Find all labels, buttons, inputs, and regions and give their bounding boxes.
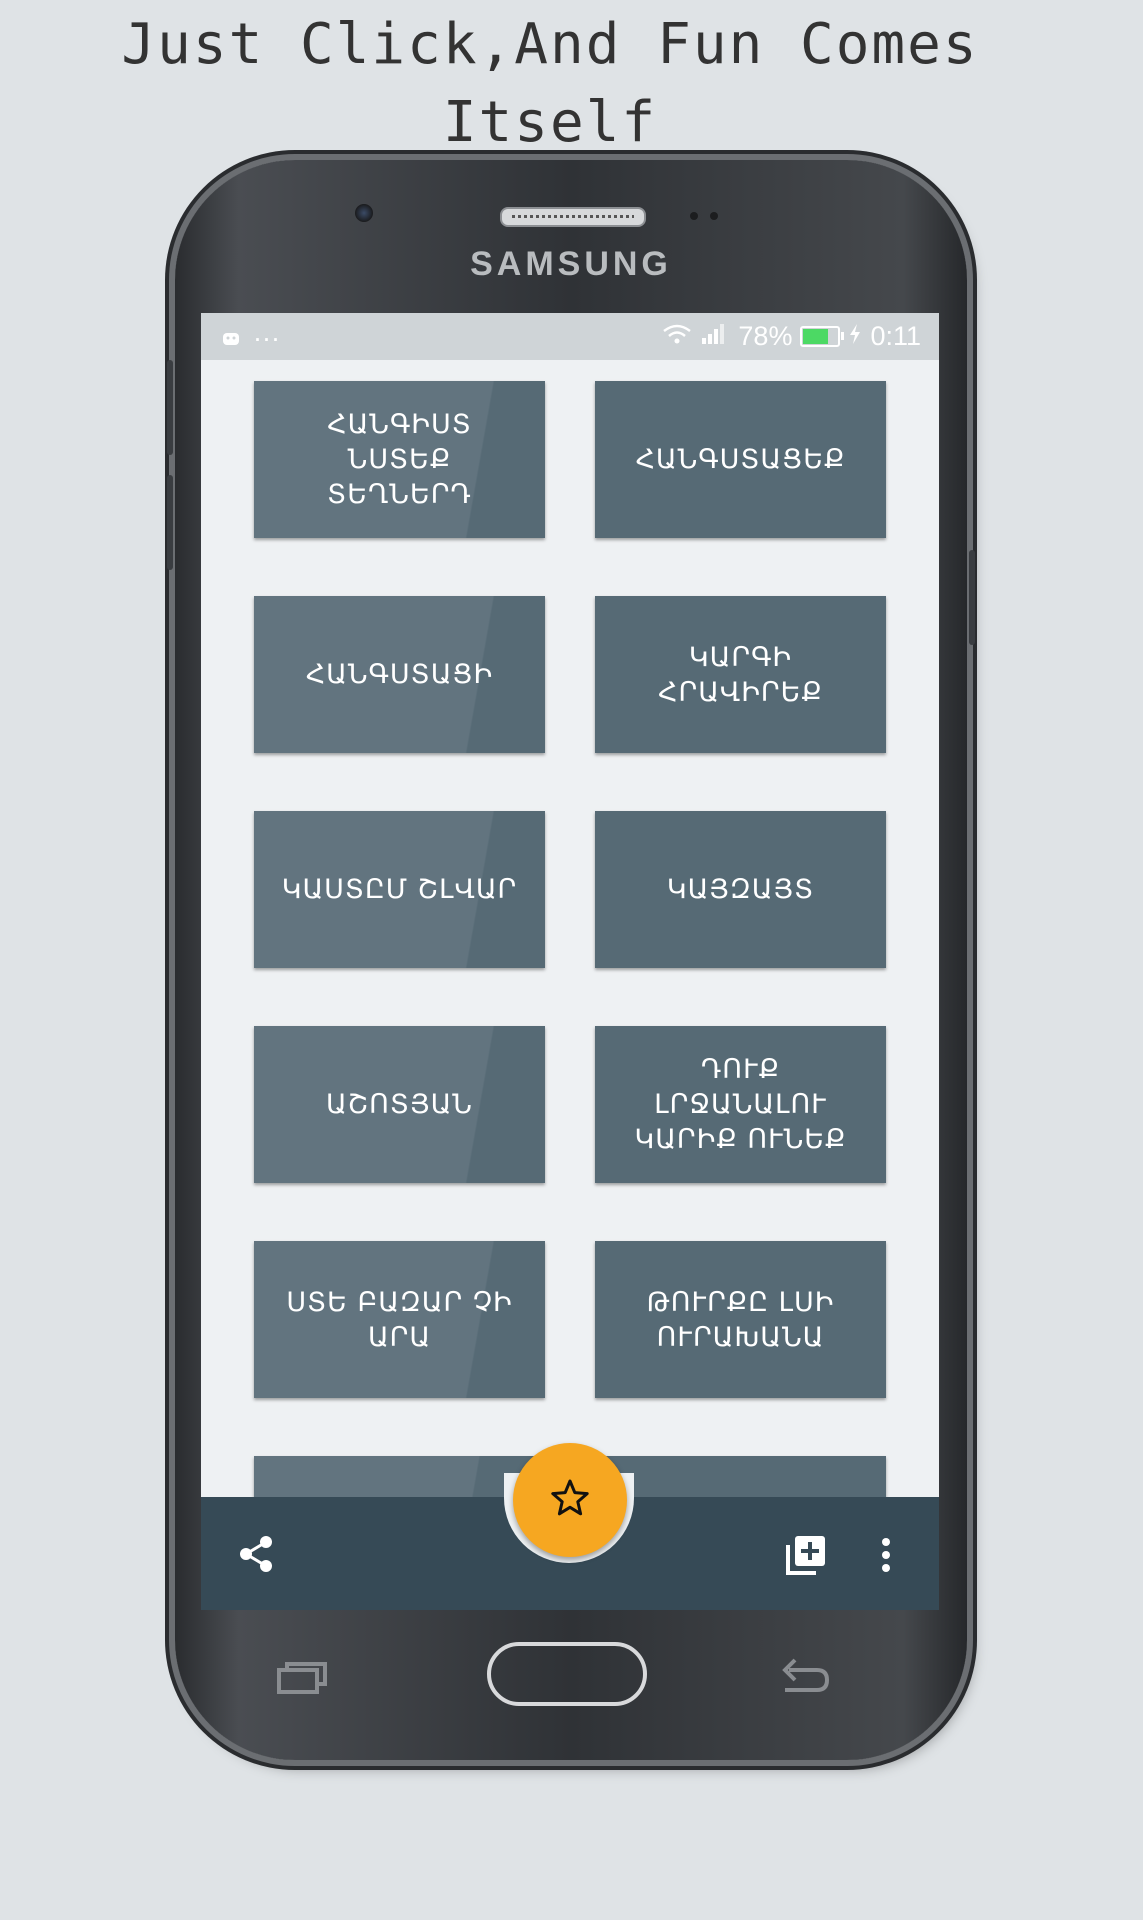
- tile-label: ԿԱՅԶԱՅՏ: [666, 874, 815, 905]
- headline: Just Click,And Fun Comes Itself: [121, 12, 979, 155]
- back-icon[interactable]: [775, 1656, 831, 1700]
- android-icon: [221, 323, 241, 354]
- phone-frame: SAMSUNG ··· 78% 0:11 ՀԱՆԳԻՍՏ ՆՍՏԵՔ ՏԵՂՆԵ…: [167, 160, 975, 1760]
- home-button[interactable]: [487, 1642, 647, 1706]
- volume-down-button: [167, 475, 173, 570]
- tile-button[interactable]: ԿԱՍՏԸՄ ՇԼՎԱՐ: [254, 811, 545, 968]
- tile-button[interactable]: ՀԱՆԳԻՍՏ ՆՍՏԵՔ ՏԵՂՆԵՐԴ: [254, 381, 545, 538]
- tile-label: ՀԱՆԳԻՍՏ ՆՍՏԵՔ ՏԵՂՆԵՐԴ: [327, 409, 472, 510]
- charging-icon: [848, 321, 862, 352]
- signal-icon: [700, 321, 730, 352]
- status-bar: ··· 78% 0:11: [201, 313, 939, 360]
- more-vert-icon[interactable]: [871, 1532, 901, 1578]
- brand-logo: SAMSUNG: [470, 245, 672, 283]
- clock: 0:11: [870, 321, 921, 351]
- tile-button[interactable]: ԴՈՒՔ ԼՐՋԱՆԱԼՈՒ ԿԱՐԻՔ ՈՒՆԵՔ: [595, 1026, 886, 1183]
- battery-icon: [800, 326, 845, 347]
- tile-button[interactable]: ԿԱՅԶԱՅՏ: [595, 811, 886, 968]
- tile-label: ՍՏԵ ԲԱԶԱՐ ՉԻ ԱՐԱ: [286, 1286, 513, 1353]
- tile-label: ԿԱՍՏԸՄ ՇԼՎԱՐ: [281, 874, 518, 905]
- tile-button[interactable]: ՍՏԵ ԲԱԶԱՐ ՉԻ ԱՐԱ: [254, 1241, 545, 1398]
- star-icon: [548, 1476, 592, 1524]
- sensor: [710, 212, 718, 220]
- tile-button[interactable]: ԹՈՒՐՔԸ ԼՍԻ ՈՒՐԱԽԱՆԱ: [595, 1241, 886, 1398]
- notification-dots: ···: [253, 323, 280, 353]
- front-camera: [355, 204, 373, 222]
- tile-label: ԴՈՒՔ ԼՐՋԱՆԱԼՈՒ ԿԱՐԻՔ ՈՒՆԵՔ: [634, 1054, 847, 1155]
- library-add-icon[interactable]: [781, 1530, 831, 1580]
- volume-up-button: [167, 360, 173, 455]
- tile-label: ԱՇՈՏՅԱՆ: [326, 1089, 473, 1120]
- app-screen: ··· 78% 0:11 ՀԱՆԳԻՍՏ ՆՍՏԵՔ ՏԵՂՆԵՐԴ ՀԱՆԳՍ…: [201, 313, 939, 1610]
- tile-label: ԿԱՐԳԻ ՀՐԱՎԻՐԵՔ: [658, 641, 823, 708]
- power-button: [969, 550, 975, 645]
- sensor: [690, 212, 698, 220]
- tile-label: ՀԱՆԳՍՏԱՑԵՔ: [635, 444, 846, 475]
- earpiece-speaker: [500, 207, 646, 227]
- tile-label: ԹՈՒՐՔԸ ԼՍԻ ՈՒՐԱԽԱՆԱ: [646, 1286, 835, 1353]
- recent-apps-icon[interactable]: [275, 1660, 329, 1700]
- battery-percent: 78%: [738, 321, 793, 351]
- tile-button[interactable]: ՀԱՆԳՍՏԱՑԵՔ: [595, 381, 886, 538]
- wifi-icon: [662, 321, 692, 352]
- tile-label: ՀԱՆԳՍՏԱՑԻ: [305, 659, 494, 690]
- tile-button[interactable]: ԱՇՈՏՅԱՆ: [254, 1026, 545, 1183]
- share-icon[interactable]: [231, 1529, 281, 1579]
- tile-button[interactable]: ԿԱՐԳԻ ՀՐԱՎԻՐԵՔ: [595, 596, 886, 753]
- favorite-fab[interactable]: [513, 1443, 627, 1557]
- tile-button[interactable]: ՀԱՆԳՍՏԱՑԻ: [254, 596, 545, 753]
